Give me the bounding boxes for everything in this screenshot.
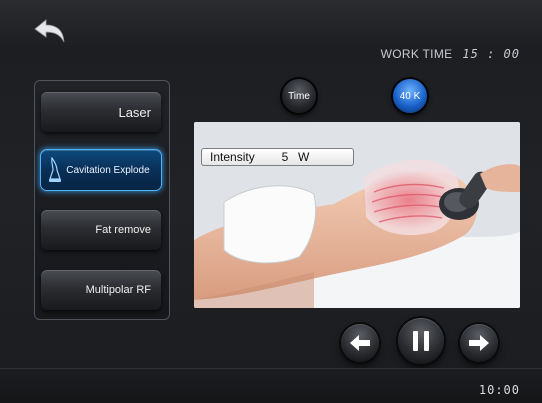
mode-button-multipolar-rf[interactable]: Multipolar RF: [41, 270, 161, 310]
work-time-value: 15 : 00: [462, 47, 520, 61]
work-time-label: WORK TIME: [380, 47, 453, 61]
work-time: WORK TIME 15 : 00: [381, 47, 520, 61]
next-button[interactable]: [460, 324, 498, 362]
mode-label: Cavitation Explode: [66, 164, 150, 176]
mode-label: Laser: [118, 104, 151, 120]
cavitation-probe-icon: [49, 157, 61, 182]
pause-button[interactable]: [398, 318, 444, 364]
footer-bar: [0, 368, 542, 403]
mode-button-cavitation-explode[interactable]: Cavitation Explode: [41, 150, 161, 190]
mode-button-fat-remove[interactable]: Fat remove: [41, 210, 161, 250]
frequency-label: 40 K: [399, 90, 421, 102]
mode-label: Multipolar RF: [85, 284, 151, 296]
intensity-display: Intensity 5 W: [201, 148, 354, 166]
mode-label: Fat remove: [95, 224, 151, 236]
clock: 10:00: [478, 383, 520, 397]
back-arrow-icon: [34, 19, 65, 43]
device-screen: WORK TIME 15 : 00 Time 40 K Laser Cavitat…: [0, 0, 542, 403]
right-arrow-icon: [469, 335, 489, 351]
top-bar: [0, 0, 542, 52]
time-button[interactable]: Time: [282, 79, 316, 113]
time-label: Time: [288, 90, 310, 102]
left-arrow-icon: [350, 335, 370, 351]
back-button[interactable]: [33, 18, 67, 44]
previous-button[interactable]: [341, 324, 379, 362]
mode-button-laser[interactable]: Laser: [41, 92, 161, 132]
pause-icon: [413, 331, 429, 351]
intensity-value: 5: [281, 150, 289, 164]
frequency-button[interactable]: 40 K: [393, 79, 427, 113]
intensity-label: Intensity: [210, 150, 255, 164]
intensity-unit: W: [298, 150, 310, 164]
